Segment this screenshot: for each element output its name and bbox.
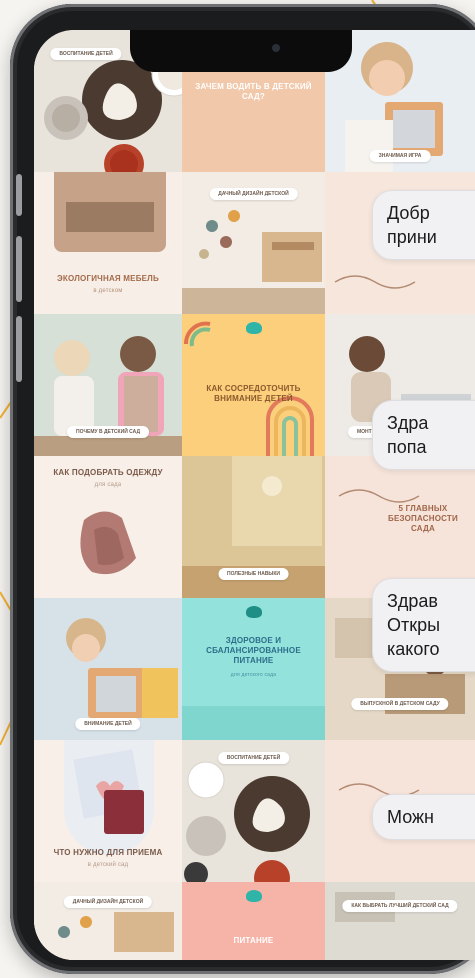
tile-title: ЗАЧЕМ ВОДИТЬ В ДЕТСКИЙ САД? [195,82,312,101]
chat-bubble[interactable]: Добр прини [372,190,475,260]
volume-down-button [16,316,22,382]
tile-tag: ВНИМАНИЕ ДЕТЕЙ [75,718,141,730]
clothes-photo [80,511,136,575]
chat-line: Добр [387,203,430,223]
tile-title: ЗДОРОВОЕ И СБАЛАНСИРОВАННОЕ ПИТАНИЕ [206,636,301,665]
tile-tag: ДАЧНЫЙ ДИЗАЙН ДЕТСКОЙ [63,896,153,908]
chat-bubble[interactable]: Можн [372,794,475,840]
chat-line: попа [387,437,427,457]
elephant-logo-icon [246,606,262,618]
tile-tag: ПОЧЕМУ В ДЕТСКИЙ САД [66,426,150,438]
volume-up-button [16,236,22,302]
tile-title: ПИТАНИЕ [233,936,274,945]
post-tile[interactable]: ДАЧНЫЙ ДИЗАЙН ДЕТСКОЙ [34,882,182,960]
post-tile[interactable]: ВОСПИТАНИЕ ДЕТЕЙ [182,740,325,882]
nursery-room-photo [34,882,182,960]
tile-tag: ВОСПИТАНИЕ ДЕТЕЙ [50,48,122,60]
post-tile[interactable]: ЭКОЛОГИЧНАЯ МЕБЕЛЬ в детском [34,172,182,314]
chat-bubble[interactable]: Здрав Откры какого [372,578,475,672]
post-tile[interactable]: ПОЧЕМУ В ДЕТСКИЙ САД [34,314,182,456]
shelf [66,202,154,232]
elephant-logo-icon [246,322,262,334]
post-tile[interactable]: КАК ВЫБРАТЬ ЛУЧШИЙ ДЕТСКИЙ САД [325,882,475,960]
post-tile[interactable]: КАК ПОДОБРАТЬ ОДЕЖДУ для сада [34,456,182,598]
tile-tag: ПОЛЕЗНЫЕ НАВЫКИ [218,568,289,580]
notch [130,30,352,72]
chat-bubble[interactable]: Здра попа [372,400,475,470]
chat-line: какого [387,639,440,659]
tile-tag: ДАЧНЫЙ ДИЗАЙН ДЕТСКОЙ [209,188,298,200]
chat-line: Здрав [387,591,438,611]
post-tile[interactable]: 5 ГЛАВНЫХ БЕЗОПАСНОСТИ САДА [325,456,475,598]
post-tile[interactable]: ДАЧНЫЙ ДИЗАЙН ДЕТСКОЙ [182,172,325,314]
post-tile[interactable]: КАК СОСРЕДОТОЧИТЬ ВНИМАНИЕ ДЕТЕЙ [182,314,325,456]
phone-screen: ВОСПИТАНИЕ ДЕТЕЙ ЗАЧЕМ ВОДИТЬ В ДЕТСКИЙ … [34,30,475,960]
tile-bottom-band [182,706,325,740]
mute-switch [16,174,22,216]
tile-title: 5 ГЛАВНЫХ БЕЗОПАСНОСТИ САДА [388,504,458,533]
tile-title: КАК СОСРЕДОТОЧИТЬ ВНИМАНИЕ ДЕТЕЙ [206,384,301,403]
chat-line: Откры [387,615,441,635]
tile-subtitle: в детском [93,288,123,294]
elephant-logo-icon [246,890,262,902]
tile-subtitle: для детского сада [230,672,277,678]
tile-title: ЭКОЛОГИЧНАЯ МЕБЕЛЬ [57,274,159,283]
post-tile[interactable]: ЧТО НУЖНО ДЛЯ ПРИЕМА в детский сад [34,740,182,882]
tile-title: ЧТО НУЖНО ДЛЯ ПРИЕМА [53,848,163,857]
tile-subtitle: в детский сад [87,862,129,868]
post-tile[interactable]: ВНИМАНИЕ ДЕТЕЙ [34,598,182,740]
post-tile[interactable]: ПОЛЕЗНЫЕ НАВЫКИ [182,456,325,598]
front-camera [272,44,280,52]
chat-line: Можн [387,807,434,827]
chat-line: Здра [387,413,429,433]
tile-tag: ВЫПУСКНОЙ В ДЕТСКОМ САДУ [351,698,449,710]
chat-line: прини [387,227,437,247]
post-tile[interactable]: ЗДОРОВОЕ И СБАЛАНСИРОВАННОЕ ПИТАНИЕ для … [182,598,325,740]
post-tile[interactable]: ПИТАНИЕ [182,882,325,960]
classroom-photo [325,882,475,960]
tile-tag: ВОСПИТАНИЕ ДЕТЕЙ [217,752,290,764]
tile-tag: КАК ВЫБРАТЬ ЛУЧШИЙ ДЕТСКИЙ САД [342,900,458,912]
tile-tag: ЗНАЧИМАЯ ИГРА [369,150,431,162]
